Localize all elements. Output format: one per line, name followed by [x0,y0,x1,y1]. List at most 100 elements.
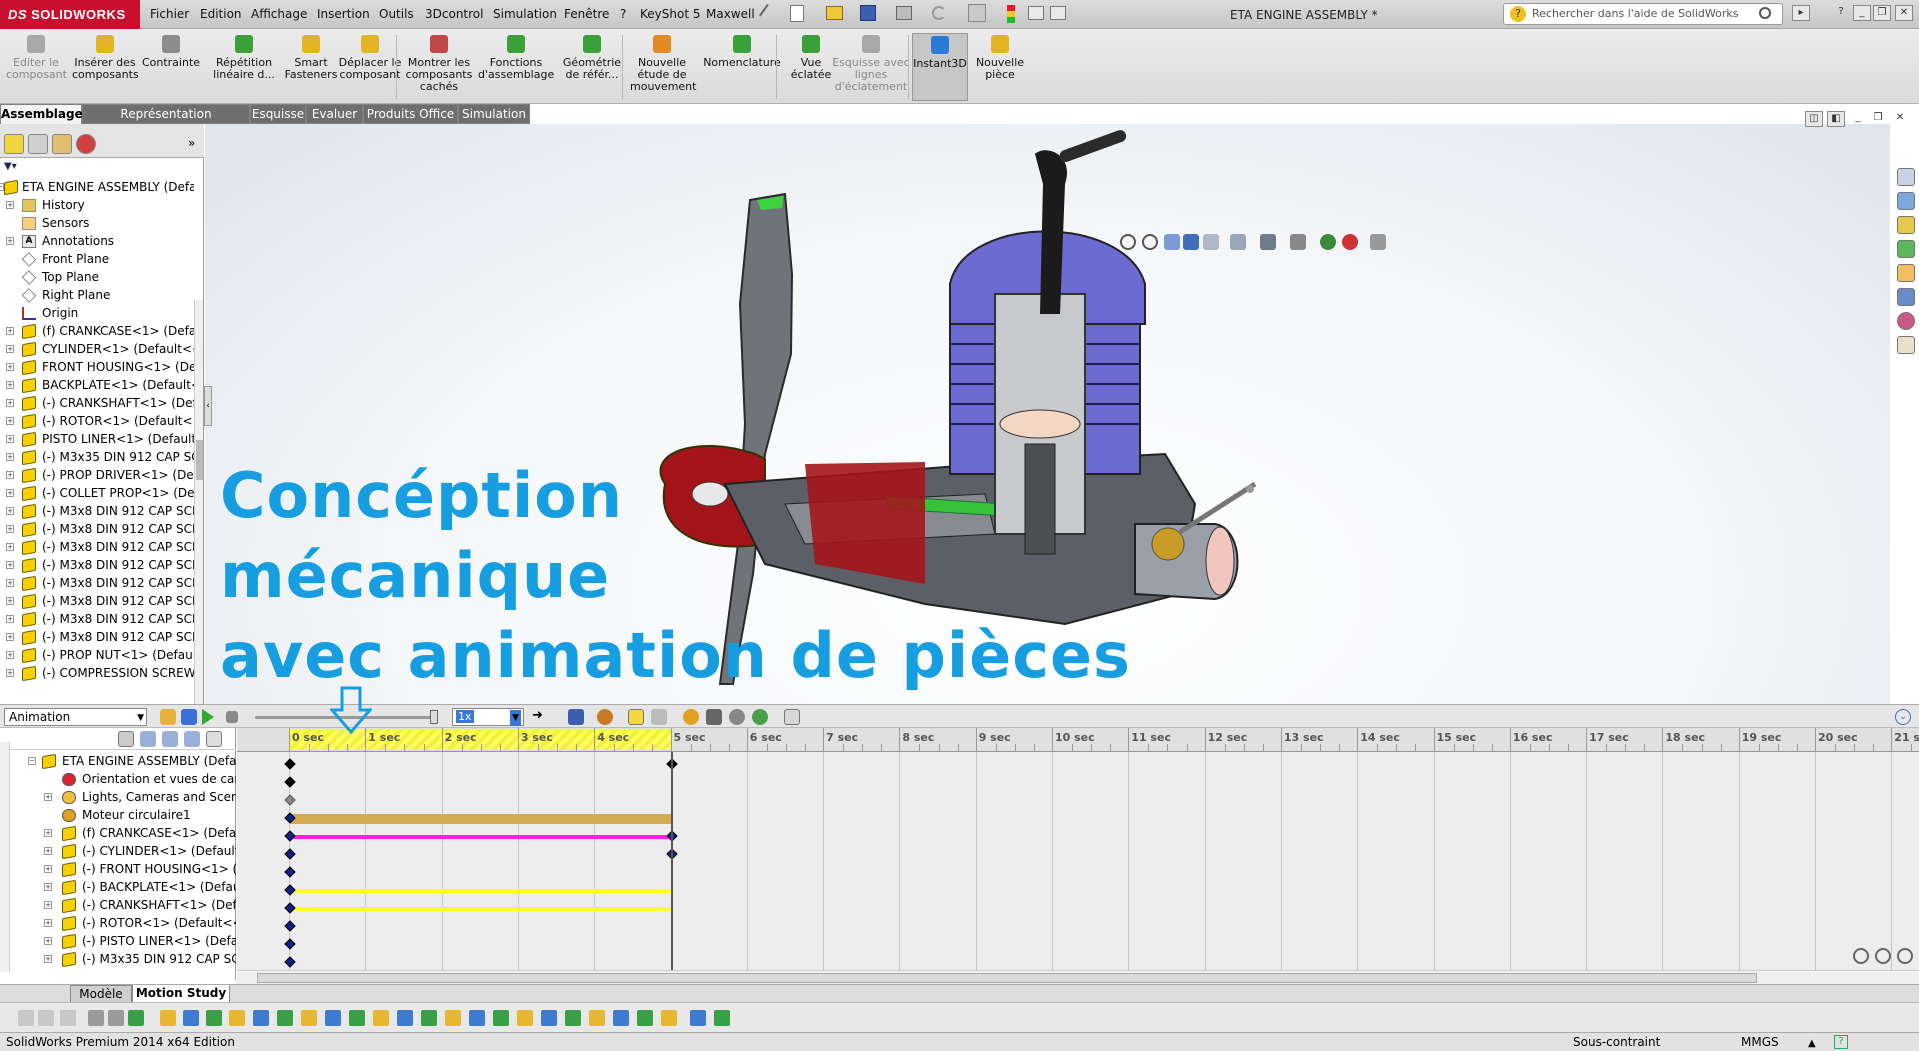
appearances-icon[interactable] [1897,288,1915,306]
expand-icon[interactable]: + [44,937,52,945]
tab-evaluer[interactable]: Evaluer [306,104,363,124]
dynamic-annotation-icon[interactable] [1203,234,1219,250]
contact-icon[interactable] [729,709,745,725]
timeline-track[interactable] [237,900,1919,918]
minimize-icon[interactable]: _ [1853,5,1871,21]
expand-icon[interactable]: + [6,327,14,335]
feature-tree-item[interactable]: +History [0,196,194,214]
options-icon[interactable] [1050,6,1066,20]
feature-tree-item[interactable]: +(-) PROP DRIVER<1> (Defau [0,466,194,484]
zoom-area-icon[interactable] [1142,234,1158,250]
filter-routing-points-icon[interactable] [613,1010,629,1026]
expand-icon[interactable]: + [6,579,14,587]
menu-insertion[interactable]: Insertion [317,7,370,21]
expand-icon[interactable]: + [6,345,14,353]
print-icon[interactable] [896,6,912,20]
motion-tree-item[interactable]: +(-) PISTO LINER<1> (Default [10,932,236,950]
playback-speed-select[interactable]: 1x▼ [452,708,524,726]
timeline-track[interactable] [237,846,1919,864]
autokey-icon[interactable] [628,709,644,725]
feature-tree-item[interactable]: +CYLINDER<1> (Default<<De [0,340,194,358]
feature-tree-item[interactable]: +(-) M3x8 DIN 912 CAP SCREV [0,610,194,628]
filter-sketch-segments-icon[interactable] [301,1010,317,1026]
expand-icon[interactable]: + [6,525,14,533]
zoom-out-icon[interactable] [1897,948,1913,964]
expand-all-icon[interactable] [206,731,222,747]
expand-icon[interactable]: + [44,829,52,837]
expand-icon[interactable]: + [6,561,14,569]
ribbon-button-10[interactable]: Nomenclature [700,33,784,101]
expand-icon[interactable]: + [6,507,14,515]
tab-motion-study-1[interactable]: Motion Study 1 [132,985,230,1003]
expand-icon[interactable]: + [6,399,14,407]
tab-simulation[interactable]: Simulation [458,104,530,124]
play-icon[interactable] [202,709,214,725]
menu-keyshot[interactable]: KeyShot 5 [640,7,700,21]
filter-connection-points-icon[interactable] [637,1010,653,1026]
status-units[interactable]: MMGS [1741,1033,1779,1051]
units-chevron-icon[interactable]: ▲ [1808,1035,1816,1051]
time-bar[interactable] [671,752,673,980]
filter-axes-icon[interactable] [229,1010,245,1026]
pointer-icon[interactable] [88,1010,104,1026]
timeline-tracks[interactable] [237,752,1919,980]
feature-tree-item[interactable]: +(-) M3x8 DIN 912 CAP SCREV [0,520,194,538]
rebuild-traffic-light-icon[interactable] [1007,5,1015,23]
key-point[interactable] [284,956,295,967]
feature-tree-item[interactable]: +(-) M3x8 DIN 912 CAP SCREV [0,538,194,556]
apply-scene-icon[interactable] [1342,234,1358,250]
expand-icon[interactable]: + [6,615,14,623]
key-point[interactable] [284,848,295,859]
filter-toggle-icon[interactable] [18,1010,34,1026]
expand-icon[interactable]: + [44,793,52,801]
restore-icon[interactable]: ❐ [1873,5,1891,21]
clear-filters-icon[interactable] [38,1010,54,1026]
filter-surfaces-icon[interactable] [206,1010,222,1026]
custom-properties-icon[interactable] [1897,336,1915,354]
expand-icon[interactable]: + [6,633,14,641]
gravity-icon[interactable] [752,709,768,725]
new-document-icon[interactable] [790,5,804,22]
animation-wizard-icon[interactable] [597,709,613,725]
ribbon-button-5[interactable]: Déplacer le composant [338,33,402,101]
property-manager-tab-icon[interactable] [28,134,48,154]
expand-icon[interactable]: + [6,201,14,209]
pointer-dropdown-icon[interactable] [108,1010,124,1026]
viewport-link-icon[interactable]: ◧ [1827,111,1845,127]
viewport-split-icon[interactable]: ◫ [1805,111,1823,127]
key-point[interactable] [284,902,295,913]
expand-icon[interactable]: + [44,901,52,909]
filter-faces-icon[interactable] [183,1010,199,1026]
timeline-track[interactable] [237,828,1919,846]
collapse-motion-manager-icon[interactable]: ⌄ [1895,709,1911,725]
help-expand-icon[interactable]: ▸ [1792,5,1810,21]
expand-icon[interactable]: + [44,847,52,855]
search-results-icon[interactable] [1897,240,1915,258]
filter-results-icon[interactable] [184,731,200,747]
configuration-manager-tab-icon[interactable] [52,134,72,154]
zoom-to-fit-icon[interactable] [1120,234,1136,250]
ribbon-button-9[interactable]: Nouvelle étude de mouvement [630,33,694,101]
menu-help[interactable]: ? [620,7,626,21]
timeline-horizontal-scrollbar[interactable] [237,970,1919,984]
feature-tree-item[interactable]: +(-) COLLET PROP<1> (Defau [0,484,194,502]
expand-icon[interactable]: + [6,363,14,371]
timeline[interactable]: 0 sec1 sec2 sec3 sec4 sec5 sec6 sec7 sec… [237,728,1919,980]
feature-tree-scroll-thumb[interactable] [196,440,203,480]
menu-edition[interactable]: Edition [200,7,242,21]
feature-tree-item[interactable]: +(-) M3x8 DIN 912 CAP SCREV [0,592,194,610]
feature-tree-item[interactable]: +(-) M3x8 DIN 912 CAP SCREV [0,556,194,574]
ribbon-button-2[interactable]: Contrainte [140,33,202,101]
expand-icon[interactable]: + [44,919,52,927]
menu-simulation[interactable]: Simulation [493,7,557,21]
calculate-icon[interactable] [160,709,176,725]
stop-icon[interactable] [226,711,238,723]
tab-produits-office[interactable]: Produits Office [363,104,458,124]
expand-icon[interactable]: + [6,237,14,245]
tab-assemblage[interactable]: Assemblage [0,104,82,124]
ribbon-button-0[interactable]: Editer le composant [6,33,66,101]
scenes-icon[interactable] [1897,312,1915,330]
feature-tree-item[interactable]: Front Plane [0,250,194,268]
study-type-select[interactable]: Animation▼ [4,708,147,726]
filter-driving-icon[interactable] [140,731,156,747]
